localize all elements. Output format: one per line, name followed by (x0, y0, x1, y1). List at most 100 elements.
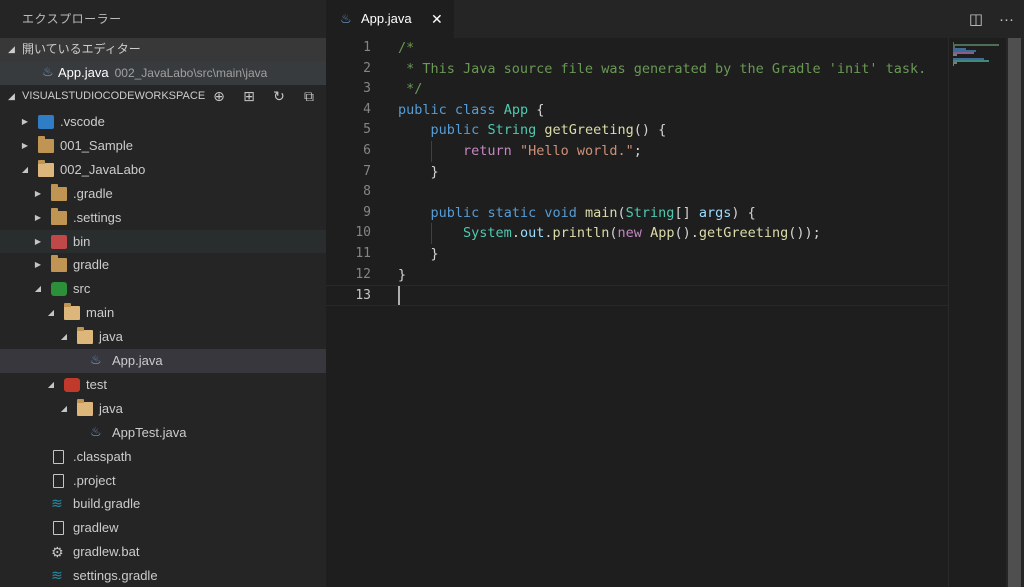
minimap-line (953, 64, 954, 66)
new-file-icon[interactable]: ⊕ (210, 85, 228, 108)
chevron-down-icon[interactable]: ◢ (46, 373, 56, 397)
indent-guide (430, 141, 432, 162)
code-line[interactable]: 8 (326, 182, 948, 203)
tree-item[interactable]: ◢ java (0, 397, 326, 421)
tree-item[interactable]: ▶ bin (0, 229, 326, 254)
code-text: public static void main(String[] args) { (430, 204, 756, 221)
tree-item[interactable]: ▶ .settings (0, 206, 326, 230)
line-number: 5 (363, 122, 371, 138)
vertical-scrollbar[interactable] (1006, 38, 1024, 587)
chevron-down-icon: ◢ (8, 91, 15, 101)
tree-item[interactable]: ▶ 001_Sample (0, 134, 326, 158)
code-editor[interactable]: 1 /* 2 * This Java source file was generat… (326, 38, 948, 587)
code-line[interactable]: 4 public class App { (326, 100, 948, 121)
chevron-down-icon[interactable]: ◢ (33, 277, 43, 301)
folder-open-icon (77, 327, 93, 345)
tree-item[interactable]: ◢ 002_JavaLabo (0, 158, 326, 182)
tree-item[interactable]: ▶ gradle (0, 253, 326, 277)
minimap-line (953, 54, 957, 56)
editor-tab-bar: ♨ App.java ✕ ◫ ··· (326, 0, 1024, 38)
chevron-down-icon[interactable]: ◢ (46, 301, 56, 325)
folder-open-icon (64, 303, 80, 321)
explorer-title: エクスプローラー (22, 12, 122, 26)
open-editor-item[interactable]: ♨ App.java 002_JavaLabo\src\main\java (0, 61, 326, 85)
chevron-down-icon[interactable]: ◢ (20, 158, 30, 182)
tree-item-label: .vscode (60, 114, 105, 129)
tree-item[interactable]: ▶ .gradle (0, 182, 326, 206)
workspace-label: VISUALSTUDIOCODEWORKSPACE (22, 90, 206, 102)
code-line[interactable]: 6 return "Hello world."; (326, 141, 948, 162)
close-icon[interactable]: ✕ (431, 0, 443, 38)
code-text: System.out.println(new App().getGreeting… (463, 225, 821, 242)
code-line[interactable]: 10 System.out.println(new App().getGreet… (326, 223, 948, 244)
collapse-all-icon[interactable]: ⧉ (300, 85, 318, 108)
tree-item[interactable]: ◢ src (0, 277, 326, 301)
tree-item[interactable]: ⚙ gradlew.bat (0, 540, 326, 564)
folder-icon (51, 183, 67, 201)
tree-item-label: settings.gradle (73, 568, 158, 584)
more-actions-icon[interactable]: ··· (999, 11, 1014, 28)
tree-item-label: gradlew (73, 520, 119, 536)
code-line[interactable]: 13 (326, 285, 948, 306)
open-editors-header[interactable]: ◢ 開いているエディター (0, 38, 326, 61)
tree-item-label: src (73, 281, 91, 297)
bin-folder-icon (51, 234, 67, 249)
split-editor-icon[interactable]: ◫ (969, 10, 983, 28)
workspace-header[interactable]: ◢ VISUALSTUDIOCODEWORKSPACE ⊕ ⊞ ↻ ⧉ (0, 85, 326, 108)
tree-item[interactable]: ◢ main (0, 301, 326, 325)
tree-item-label: AppTest.java (112, 424, 187, 440)
code-line[interactable]: 5 public String getGreeting() { (326, 120, 948, 141)
chevron-right-icon[interactable]: ▶ (33, 182, 43, 206)
tree-item-label: build.gradle (73, 496, 141, 512)
tree-item[interactable]: ♨ AppTest.java (0, 421, 326, 445)
refresh-icon[interactable]: ↻ (270, 85, 288, 108)
chevron-down-icon[interactable]: ◢ (59, 325, 69, 349)
tree-item-label: 001_Sample (60, 137, 133, 153)
workspace-actions: ⊕ ⊞ ↻ ⧉ (210, 85, 318, 108)
new-folder-icon[interactable]: ⊞ (240, 85, 258, 108)
tree-item[interactable]: ♨ App.java (0, 349, 326, 373)
tree-item[interactable]: gradlew (0, 516, 326, 540)
code-line[interactable]: 11 } (326, 244, 948, 265)
chevron-right-icon[interactable]: ▶ (33, 253, 43, 277)
folder-icon (51, 207, 67, 225)
code-line[interactable]: 2 * This Java source file was generated … (326, 59, 948, 80)
text-cursor (398, 286, 400, 306)
line-number: 1 (363, 40, 371, 55)
minimap[interactable] (948, 38, 1004, 587)
tree-item-label: App.java (112, 353, 163, 368)
code-line[interactable]: 7 } (326, 162, 948, 183)
chevron-right-icon[interactable]: ▶ (20, 134, 30, 158)
folder-open-icon (77, 398, 93, 416)
tree-item[interactable]: .project (0, 469, 326, 493)
tree-item[interactable]: ◢ test (0, 373, 326, 397)
vscode-folder-icon (38, 115, 54, 129)
minimap-line (953, 60, 990, 62)
tab-app-java[interactable]: ♨ App.java ✕ (326, 0, 454, 38)
java-file-icon: ♨ (90, 424, 102, 440)
code-line[interactable]: 12} (326, 265, 948, 286)
tree-item-label: .settings (73, 209, 122, 225)
chevron-down-icon[interactable]: ◢ (59, 397, 69, 421)
tree-item[interactable]: ▶ .vscode (0, 110, 326, 134)
code-text: /* (398, 40, 415, 56)
chevron-right-icon[interactable]: ▶ (33, 230, 43, 254)
code-line[interactable]: 3 */ (326, 79, 948, 100)
java-file-icon: ♨ (90, 353, 102, 368)
chevron-right-icon[interactable]: ▶ (33, 206, 43, 230)
tree-item-label: test (86, 376, 107, 392)
line-number: 2 (363, 60, 371, 76)
tree-item[interactable]: .classpath (0, 445, 326, 469)
code-text: public class App { (398, 101, 545, 118)
code-text: return "Hello world."; (463, 143, 642, 159)
code-line[interactable]: 9 public static void main(String[] args)… (326, 203, 948, 224)
chevron-right-icon[interactable]: ▶ (20, 110, 30, 134)
scrollbar-thumb[interactable] (1008, 38, 1021, 587)
code-line[interactable]: 1 /* (326, 38, 948, 59)
tree-item[interactable]: ◢ java (0, 325, 326, 349)
tree-item[interactable]: ≋ settings.gradle (0, 564, 326, 587)
line-number: 12 (355, 266, 371, 282)
tree-item[interactable]: ≋ build.gradle (0, 492, 326, 516)
open-editor-path: 002_JavaLabo\src\main\java (114, 66, 268, 80)
tab-label: App.java (361, 11, 412, 26)
